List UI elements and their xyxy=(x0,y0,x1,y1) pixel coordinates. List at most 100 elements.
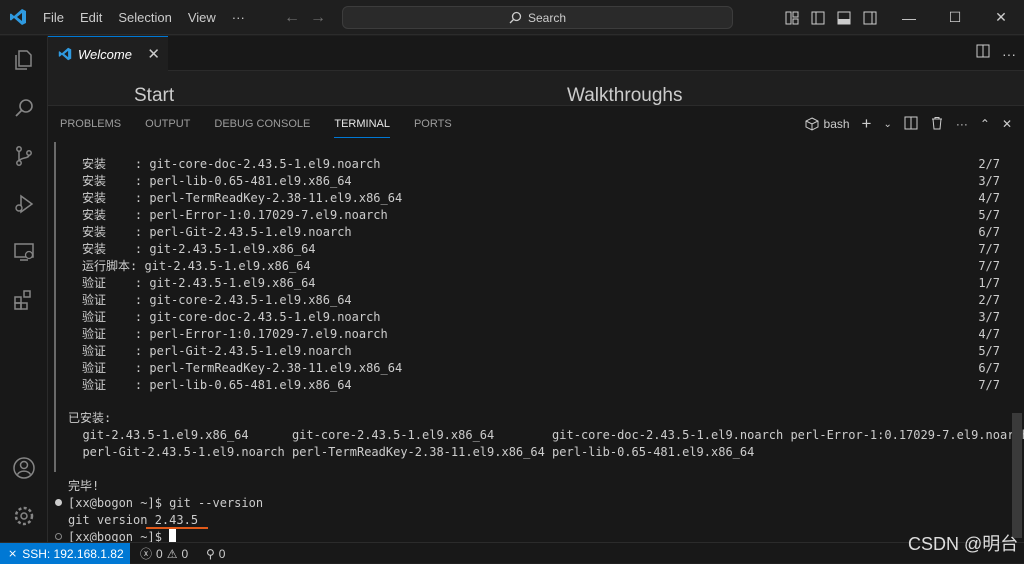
warning-icon: ⚠ xyxy=(166,546,178,561)
search-view-icon[interactable] xyxy=(0,84,48,132)
terminal-line-progress: 7/7 xyxy=(978,242,1000,256)
editor-tabs: Welcome ✕ ··· xyxy=(48,36,1024,71)
terminal-line: 安装 : perl-Git-2.43.5-1.el9.noarch xyxy=(82,225,352,239)
layout-controls xyxy=(782,0,880,35)
terminal-shell-selector[interactable]: bash xyxy=(805,117,850,131)
tab-ports[interactable]: PORTS xyxy=(414,106,452,142)
command-center-search[interactable]: Search xyxy=(342,6,733,29)
terminal-line-progress: 6/7 xyxy=(978,361,1000,375)
welcome-page: Start Walkthroughs xyxy=(48,71,1024,105)
remote-host: SSH: 192.168.1.82 xyxy=(22,546,124,561)
new-terminal-icon[interactable]: + xyxy=(862,114,872,134)
split-editor-icon[interactable] xyxy=(976,44,990,63)
walkthroughs-heading: Walkthroughs xyxy=(567,85,683,105)
terminal-command-marker xyxy=(54,142,56,472)
terminal-line: 验证 : git-core-doc-2.43.5-1.el9.noarch xyxy=(82,310,381,324)
terminal-line: 验证 : perl-TermReadKey-2.38-11.el9.x86_64 xyxy=(82,361,403,375)
tab-welcome[interactable]: Welcome ✕ xyxy=(48,36,168,71)
tab-output[interactable]: OUTPUT xyxy=(145,106,190,142)
toggle-secondary-sidebar-icon[interactable] xyxy=(860,8,880,28)
tab-label: Welcome xyxy=(78,46,132,62)
chevron-down-icon[interactable]: ⌄ xyxy=(883,119,891,130)
ports-count: 0 xyxy=(218,546,226,561)
terminal-output[interactable]: 安装 : git-core-doc-2.43.5-1.el9.noarch 2/7… xyxy=(48,142,1024,544)
close-tab-icon[interactable]: ✕ xyxy=(147,45,160,63)
source-control-icon[interactable] xyxy=(0,132,48,180)
terminal-scrollbar[interactable] xyxy=(1012,413,1022,538)
remote-indicator[interactable]: ⨯ SSH: 192.168.1.82 xyxy=(0,543,130,564)
terminal-line-progress: 7/7 xyxy=(978,378,1000,392)
window-controls: — ☐ ✕ xyxy=(886,0,1024,35)
panel-actions: bash + ⌄ ··· ⌃ ✕ xyxy=(805,106,1012,142)
forward-arrow-icon[interactable]: → xyxy=(310,9,326,27)
terminal-cursor xyxy=(169,529,177,543)
manage-gear-icon[interactable] xyxy=(0,492,48,540)
menu-bar: File Edit Selection View ··· xyxy=(35,0,253,35)
menu-more[interactable]: ··· xyxy=(224,0,253,35)
terminal-line-progress: 1/7 xyxy=(978,276,1000,290)
remote-icon: ⨯ xyxy=(8,548,18,560)
extensions-icon[interactable] xyxy=(0,276,48,324)
remote-explorer-icon[interactable] xyxy=(0,228,48,276)
accounts-icon[interactable] xyxy=(0,444,48,492)
command-pending-dot-icon xyxy=(55,533,62,540)
terminal-line: 安装 : perl-lib-0.65-481.el9.x86_64 xyxy=(82,174,352,188)
terminal-line: 运行脚本: git-2.43.5-1.el9.x86_64 xyxy=(82,259,311,273)
tab-problems[interactable]: PROBLEMS xyxy=(60,106,121,142)
search-label: Search xyxy=(527,10,567,25)
installed-row-2: perl-Git-2.43.5-1.el9.noarch perl-TermRe… xyxy=(68,445,755,459)
toggle-panel-icon[interactable] xyxy=(834,8,854,28)
editor-actions: ··· xyxy=(976,36,1016,71)
ports-status[interactable]: ⚲ 0 xyxy=(206,543,225,564)
terminal-line: 安装 : perl-Error-1:0.17029-7.el9.noarch xyxy=(82,208,388,222)
customize-layout-icon[interactable] xyxy=(782,8,802,28)
csdn-watermark: CSDN @明台 xyxy=(908,534,1019,554)
menu-file[interactable]: File xyxy=(35,0,72,35)
close-panel-icon[interactable]: ✕ xyxy=(1002,117,1012,131)
terminal-line-progress: 3/7 xyxy=(978,174,1000,188)
tab-terminal[interactable]: TERMINAL xyxy=(334,111,390,138)
menu-view[interactable]: View xyxy=(180,0,224,35)
terminal-line: 验证 : perl-lib-0.65-481.el9.x86_64 xyxy=(82,378,352,392)
minimize-icon[interactable]: — xyxy=(886,0,932,35)
installed-row-1: git-2.43.5-1.el9.x86_64 git-core-2.43.5-… xyxy=(68,428,1024,442)
command-success-dot-icon xyxy=(55,499,62,506)
activity-bar xyxy=(0,36,48,542)
run-debug-icon[interactable] xyxy=(0,180,48,228)
terminal-line-progress: 5/7 xyxy=(978,208,1000,222)
maximize-panel-icon[interactable]: ⌃ xyxy=(980,117,990,131)
search-icon xyxy=(509,11,522,24)
menu-edit[interactable]: Edit xyxy=(72,0,110,35)
terminal-line-progress: 6/7 xyxy=(978,225,1000,239)
terminal-line-progress: 3/7 xyxy=(978,310,1000,324)
navigation-arrows: ← → xyxy=(284,0,326,35)
close-window-icon[interactable]: ✕ xyxy=(978,0,1024,35)
status-bar: ⨯ SSH: 192.168.1.82 ⓧ 0 ⚠ 0 ⚲ 0 xyxy=(0,542,1024,564)
kill-terminal-icon[interactable] xyxy=(930,116,944,133)
terminal-line: 安装 : perl-TermReadKey-2.38-11.el9.x86_64 xyxy=(82,191,403,205)
terminal-line-progress: 4/7 xyxy=(978,327,1000,341)
terminal-line: 验证 : perl-Error-1:0.17029-7.el9.noarch xyxy=(82,327,388,341)
ports-antenna-icon: ⚲ xyxy=(206,546,215,561)
terminal-line-progress: 7/7 xyxy=(978,259,1000,273)
more-panel-actions-icon[interactable]: ··· xyxy=(956,117,968,131)
explorer-icon[interactable] xyxy=(0,36,48,84)
problems-status[interactable]: ⓧ 0 ⚠ 0 xyxy=(140,543,188,564)
prompt-git-version: [xx@bogon ~]$ git --version xyxy=(68,496,264,510)
terminal-line-progress: 5/7 xyxy=(978,344,1000,358)
menu-selection[interactable]: Selection xyxy=(110,0,179,35)
panel-tabs: PROBLEMS OUTPUT DEBUG CONSOLE TERMINAL P… xyxy=(60,106,452,142)
terminal-line-progress: 4/7 xyxy=(978,191,1000,205)
terminal-line-progress: 2/7 xyxy=(978,293,1000,307)
tab-debug-console[interactable]: DEBUG CONSOLE xyxy=(214,106,310,142)
more-actions-icon[interactable]: ··· xyxy=(1002,46,1016,62)
terminal-line: 安装 : git-2.43.5-1.el9.x86_64 xyxy=(82,242,316,256)
shell-name: bash xyxy=(823,117,850,131)
terminal-line: 验证 : git-core-2.43.5-1.el9.x86_64 xyxy=(82,293,352,307)
maximize-icon[interactable]: ☐ xyxy=(932,0,978,35)
toggle-sidebar-icon[interactable] xyxy=(808,8,828,28)
error-count: 0 xyxy=(156,546,163,561)
back-arrow-icon[interactable]: ← xyxy=(284,9,300,27)
installed-header: 已安装: xyxy=(68,411,112,425)
split-terminal-icon[interactable] xyxy=(904,116,918,133)
